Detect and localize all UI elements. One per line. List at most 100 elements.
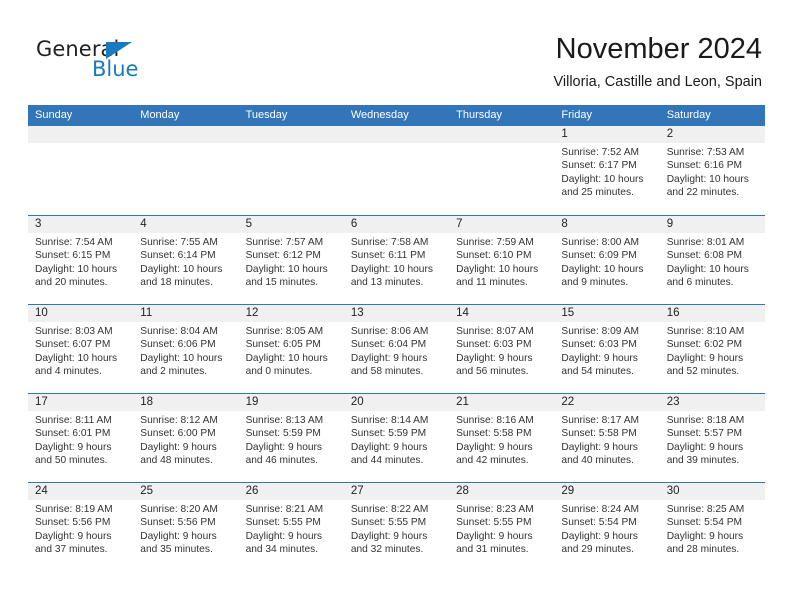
calendar-day-cell[interactable]: 11 Sunrise: 8:04 AM Sunset: 6:06 PM Dayligh… [133,305,239,393]
day-sun-info: Sunrise: 8:24 AM Sunset: 5:54 PM Daylight:… [554,500,659,557]
day-sun-info: Sunrise: 8:19 AM Sunset: 5:56 PM Daylight:… [28,500,133,557]
day-sun-info: Sunrise: 7:52 AM Sunset: 6:17 PM Daylight:… [554,143,659,200]
day-sun-info: Sunrise: 8:03 AM Sunset: 6:07 PM Daylight:… [28,322,133,379]
daylight-duration-line2: and 22 minutes. [666,187,740,199]
calendar-day-cell[interactable]: 30 Sunrise: 8:25 AM Sunset: 5:54 PM Dayligh… [659,483,765,571]
calendar-day-cell[interactable]: 17 Sunrise: 8:11 AM Sunset: 6:01 PM Dayligh… [28,394,134,482]
calendar-day-cell[interactable]: 1 Sunrise: 7:52 AM Sunset: 6:17 PM Daylight… [554,126,660,215]
day-number: 9 [659,216,765,233]
calendar-day-cell[interactable]: 20 Sunrise: 8:14 AM Sunset: 5:59 PM Dayligh… [343,394,450,482]
calendar-day-cell[interactable]: 10 Sunrise: 8:03 AM Sunset: 6:07 PM Dayligh… [28,305,134,393]
day-number: 1 [554,126,660,143]
calendar-day-cell[interactable]: 22 Sunrise: 8:17 AM Sunset: 5:58 PM Dayligh… [554,394,660,482]
calendar-day-cell[interactable]: 28 Sunrise: 8:23 AM Sunset: 5:55 PM Dayligh… [449,483,555,571]
sunrise-time: Sunrise: 8:10 AM [666,326,745,337]
calendar-day-cell[interactable]: 3 Sunrise: 7:54 AM Sunset: 6:15 PM Daylight… [28,216,134,304]
calendar-day-cell[interactable]: 12 Sunrise: 8:05 AM Sunset: 6:05 PM Dayligh… [238,305,344,393]
calendar-day-cell[interactable]: 27 Sunrise: 8:22 AM Sunset: 5:55 PM Dayligh… [343,483,450,571]
sunset-time: Sunset: 6:01 PM [35,428,111,440]
sunset-time: Sunset: 5:58 PM [561,428,637,440]
daylight-duration-line2: and 58 minutes. [350,366,424,378]
daylight-duration-line2: and 20 minutes. [35,277,108,289]
sunrise-time: Sunrise: 8:11 AM [35,415,112,426]
sunset-time: Sunset: 5:59 PM [245,428,321,440]
daylight-duration-line1: Daylight: 10 hours [140,263,223,275]
calendar-day-cell[interactable]: 19 Sunrise: 8:13 AM Sunset: 5:59 PM Dayligh… [238,394,344,482]
sunrise-time: Sunrise: 7:59 AM [456,237,534,248]
daylight-duration-line1: Daylight: 9 hours [666,352,744,364]
day-number: 29 [554,483,660,500]
daylight-duration-line2: and 54 minutes. [561,366,634,378]
daylight-duration-line1: Daylight: 9 hours [666,441,744,453]
daylight-duration-line2: and 35 minutes. [140,544,213,556]
calendar-day-cell[interactable]: 16 Sunrise: 8:10 AM Sunset: 6:02 PM Dayligh… [659,305,765,393]
calendar-day-cell[interactable]: 6 Sunrise: 7:58 AM Sunset: 6:11 PM Daylight… [343,216,450,304]
daylight-duration-line2: and 46 minutes. [245,455,319,467]
calendar-day-cell[interactable]: 18 Sunrise: 8:12 AM Sunset: 6:00 PM Dayligh… [133,394,239,482]
calendar-day-cell[interactable]: 15 Sunrise: 8:09 AM Sunset: 6:03 PM Dayligh… [554,305,660,393]
day-number: 24 [28,483,134,500]
day-sun-info: Sunrise: 8:04 AM Sunset: 6:06 PM Daylight:… [133,322,238,379]
sunset-time: Sunset: 6:15 PM [35,250,111,262]
daylight-duration-line1: Daylight: 10 hours [561,263,644,275]
day-sun-info: Sunrise: 8:21 AM Sunset: 5:55 PM Daylight:… [239,500,344,557]
calendar-day-cell[interactable]: 13 Sunrise: 8:06 AM Sunset: 6:04 PM Dayligh… [343,305,450,393]
daylight-duration-line2: and 6 minutes. [666,277,734,289]
daylight-duration-line1: Daylight: 9 hours [35,441,112,453]
sunset-time: Sunset: 6:03 PM [456,339,532,351]
weekday-header-wednesday: Wednesday [350,109,409,121]
calendar-week-row: 10 Sunrise: 8:03 AM Sunset: 6:07 PM Dayligh… [28,304,765,393]
sunrise-time: Sunrise: 8:09 AM [561,326,639,337]
daylight-duration-line1: Daylight: 9 hours [561,530,638,542]
calendar-day-cell[interactable]: 5 Sunrise: 7:57 AM Sunset: 6:12 PM Daylight… [238,216,344,304]
day-sun-info: Sunrise: 8:09 AM Sunset: 6:03 PM Daylight:… [554,322,659,379]
day-sun-info: Sunrise: 7:53 AM Sunset: 6:16 PM Daylight:… [660,143,765,200]
daylight-duration-line1: Daylight: 10 hours [35,352,118,364]
page-header: General Blue November 2024 Villoria, Cas… [0,0,792,105]
calendar-day-cell[interactable]: 9 Sunrise: 8:01 AM Sunset: 6:08 PM Daylight… [659,216,765,304]
calendar-day-cell[interactable]: 25 Sunrise: 8:20 AM Sunset: 5:56 PM Dayligh… [133,483,239,571]
sunrise-time: Sunrise: 8:06 AM [350,326,429,337]
calendar-day-cell[interactable]: 23 Sunrise: 8:18 AM Sunset: 5:57 PM Dayligh… [659,394,765,482]
weekday-header-monday: Monday [140,109,180,121]
day-sun-info: Sunrise: 8:17 AM Sunset: 5:58 PM Daylight:… [554,411,659,468]
daylight-duration-line1: Daylight: 10 hours [456,263,539,275]
sunset-time: Sunset: 6:17 PM [561,160,637,172]
daylight-duration-line2: and 52 minutes. [666,366,740,378]
daylight-duration-line1: Daylight: 9 hours [350,352,428,364]
weekday-header-saturday: Saturday [666,109,711,121]
daylight-duration-line1: Daylight: 9 hours [456,352,533,364]
daylight-duration-line2: and 50 minutes. [35,455,108,467]
calendar-day-cell[interactable]: 8 Sunrise: 8:00 AM Sunset: 6:09 PM Daylight… [554,216,660,304]
sunrise-time: Sunrise: 8:19 AM [35,504,113,515]
daylight-duration-line1: Daylight: 9 hours [350,530,428,542]
daylight-duration-line1: Daylight: 9 hours [245,441,323,453]
sunset-time: Sunset: 6:04 PM [350,339,427,351]
calendar-day-cell[interactable]: 24 Sunrise: 8:19 AM Sunset: 5:56 PM Dayligh… [28,483,134,571]
weekday-header-sunday: Sunday [35,109,73,121]
calendar-day-cell[interactable]: 21 Sunrise: 8:16 AM Sunset: 5:58 PM Dayligh… [449,394,555,482]
calendar-day-cell[interactable]: 26 Sunrise: 8:21 AM Sunset: 5:55 PM Dayligh… [238,483,344,571]
day-number: 25 [133,483,239,500]
calendar-day-cell-empty [238,126,344,215]
day-sun-info: Sunrise: 8:12 AM Sunset: 6:00 PM Daylight:… [133,411,238,468]
day-number [238,126,344,143]
daylight-duration-line2: and 2 minutes. [140,366,208,378]
day-number: 30 [659,483,765,500]
day-number: 17 [28,394,134,411]
day-sun-info: Sunrise: 8:16 AM Sunset: 5:58 PM Daylight:… [449,411,554,468]
day-sun-info: Sunrise: 8:01 AM Sunset: 6:08 PM Daylight:… [660,233,765,290]
calendar-day-cell[interactable]: 7 Sunrise: 7:59 AM Sunset: 6:10 PM Daylight… [449,216,555,304]
sunrise-time: Sunrise: 8:01 AM [666,237,745,248]
sunset-time: Sunset: 6:06 PM [140,339,216,351]
day-sun-info: Sunrise: 8:06 AM Sunset: 6:04 PM Daylight:… [344,322,449,379]
day-sun-info: Sunrise: 7:58 AM Sunset: 6:11 PM Daylight:… [344,233,449,290]
day-sun-info: Sunrise: 7:59 AM Sunset: 6:10 PM Daylight:… [449,233,554,290]
sunset-time: Sunset: 5:56 PM [35,517,111,529]
calendar-day-cell[interactable]: 4 Sunrise: 7:55 AM Sunset: 6:14 PM Daylight… [133,216,239,304]
brand-logo[interactable]: General Blue [36,38,186,88]
calendar-day-cell[interactable]: 14 Sunrise: 8:07 AM Sunset: 6:03 PM Dayligh… [449,305,555,393]
calendar-day-cell[interactable]: 2 Sunrise: 7:53 AM Sunset: 6:16 PM Daylight… [659,126,765,215]
calendar-day-cell[interactable]: 29 Sunrise: 8:24 AM Sunset: 5:54 PM Dayligh… [554,483,660,571]
calendar-week-row: 1 Sunrise: 7:52 AM Sunset: 6:17 PM Daylight… [28,126,765,215]
